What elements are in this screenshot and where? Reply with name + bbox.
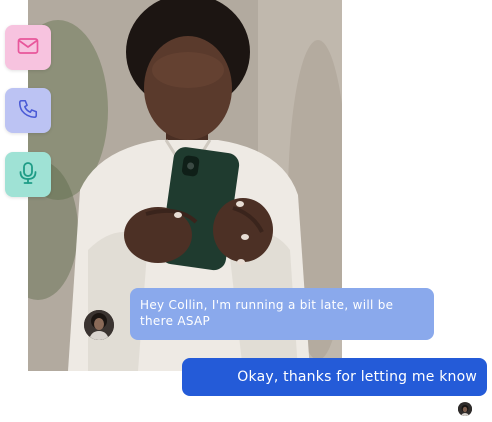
- incoming-message-bubble: Hey Collin, I'm running a bit late, will…: [130, 288, 434, 340]
- outgoing-message-bubble: Okay, thanks for letting me know: [182, 358, 487, 396]
- chat-hero-stage: Hey Collin, I'm running a bit late, will…: [0, 0, 492, 422]
- phone-icon: [17, 98, 39, 124]
- sender-avatar: [84, 310, 114, 340]
- phone-button[interactable]: [5, 88, 51, 133]
- receiver-avatar: [458, 402, 472, 416]
- mail-button[interactable]: [5, 25, 51, 70]
- microphone-button[interactable]: [5, 152, 51, 197]
- microphone-icon: [17, 161, 39, 189]
- envelope-icon: [16, 34, 40, 62]
